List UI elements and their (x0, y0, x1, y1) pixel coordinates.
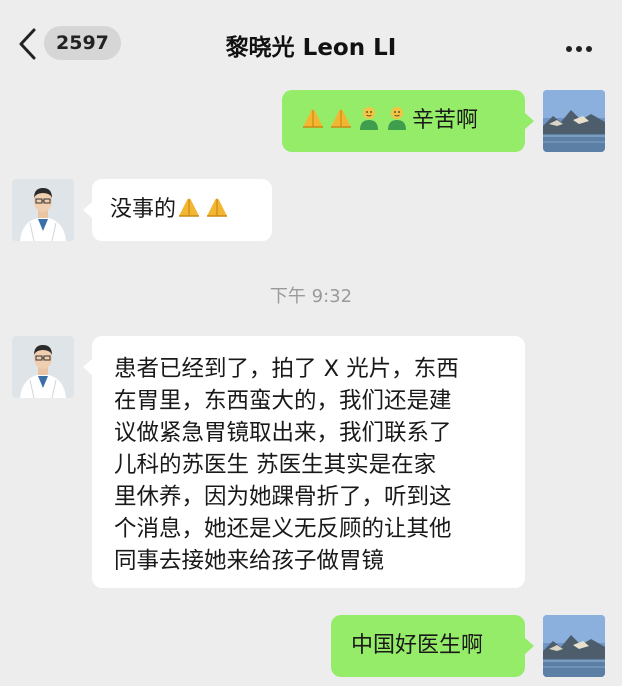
message-line: 个消息，她还是义无反顾的让其他 (114, 516, 452, 542)
chat-title: 黎晓光 Leon LI (225, 35, 397, 61)
person-emoji (356, 105, 382, 131)
doctor-avatar-image (12, 179, 74, 241)
landscape-avatar-image (543, 615, 605, 677)
bowing-hands-emoji (328, 105, 354, 131)
person-emoji (384, 105, 410, 131)
chat-header: 2597 黎晓光 Leon LI (0, 0, 622, 88)
bowing-hands-emoji (300, 105, 326, 131)
message-line: 患者已经到了，拍了 X 光片，东西 (114, 356, 459, 382)
timestamp: 下午 9:32 (269, 286, 353, 307)
bowing-hands-emoji (204, 194, 230, 220)
contact-avatar[interactable] (12, 336, 74, 398)
landscape-avatar-image (543, 90, 605, 152)
my-avatar[interactable] (543, 90, 605, 152)
message-text: 中国好医生啊 (351, 633, 484, 658)
contact-avatar[interactable] (12, 179, 74, 241)
message-line: 议做紧急胃镜取出来，我们联系了 (114, 420, 452, 446)
message-bubble-outgoing[interactable]: 辛苦啊 (282, 90, 525, 152)
message-bubble-outgoing[interactable]: 中国好医生啊 (331, 615, 525, 677)
more-button[interactable] (566, 37, 596, 52)
message-text: 没事的 (110, 197, 177, 222)
bubble-tail (525, 113, 534, 129)
more-dots-icon (566, 46, 572, 52)
bubble-tail (83, 359, 92, 375)
message-line: 里休养，因为她踝骨折了，听到这 (114, 484, 452, 510)
message-bubble-incoming[interactable]: 患者已经到了，拍了 X 光片，东西 在胃里，东西蛮大的，我们还是建 议做紧急胃镜… (92, 336, 525, 588)
message-bubble-incoming[interactable]: 没事的 (92, 179, 272, 241)
doctor-avatar-image (12, 336, 74, 398)
message-line: 同事去接她来给孩子做胃镜 (114, 548, 385, 574)
bubble-tail (83, 202, 92, 218)
message-line: 儿科的苏医生 苏医生其实是在家 (114, 452, 437, 478)
bowing-hands-emoji (176, 194, 202, 220)
my-avatar[interactable] (543, 615, 605, 677)
bubble-tail (525, 638, 534, 654)
message-line: 在胃里，东西蛮大的，我们还是建 (114, 388, 452, 414)
message-text: 辛苦啊 (412, 108, 479, 133)
